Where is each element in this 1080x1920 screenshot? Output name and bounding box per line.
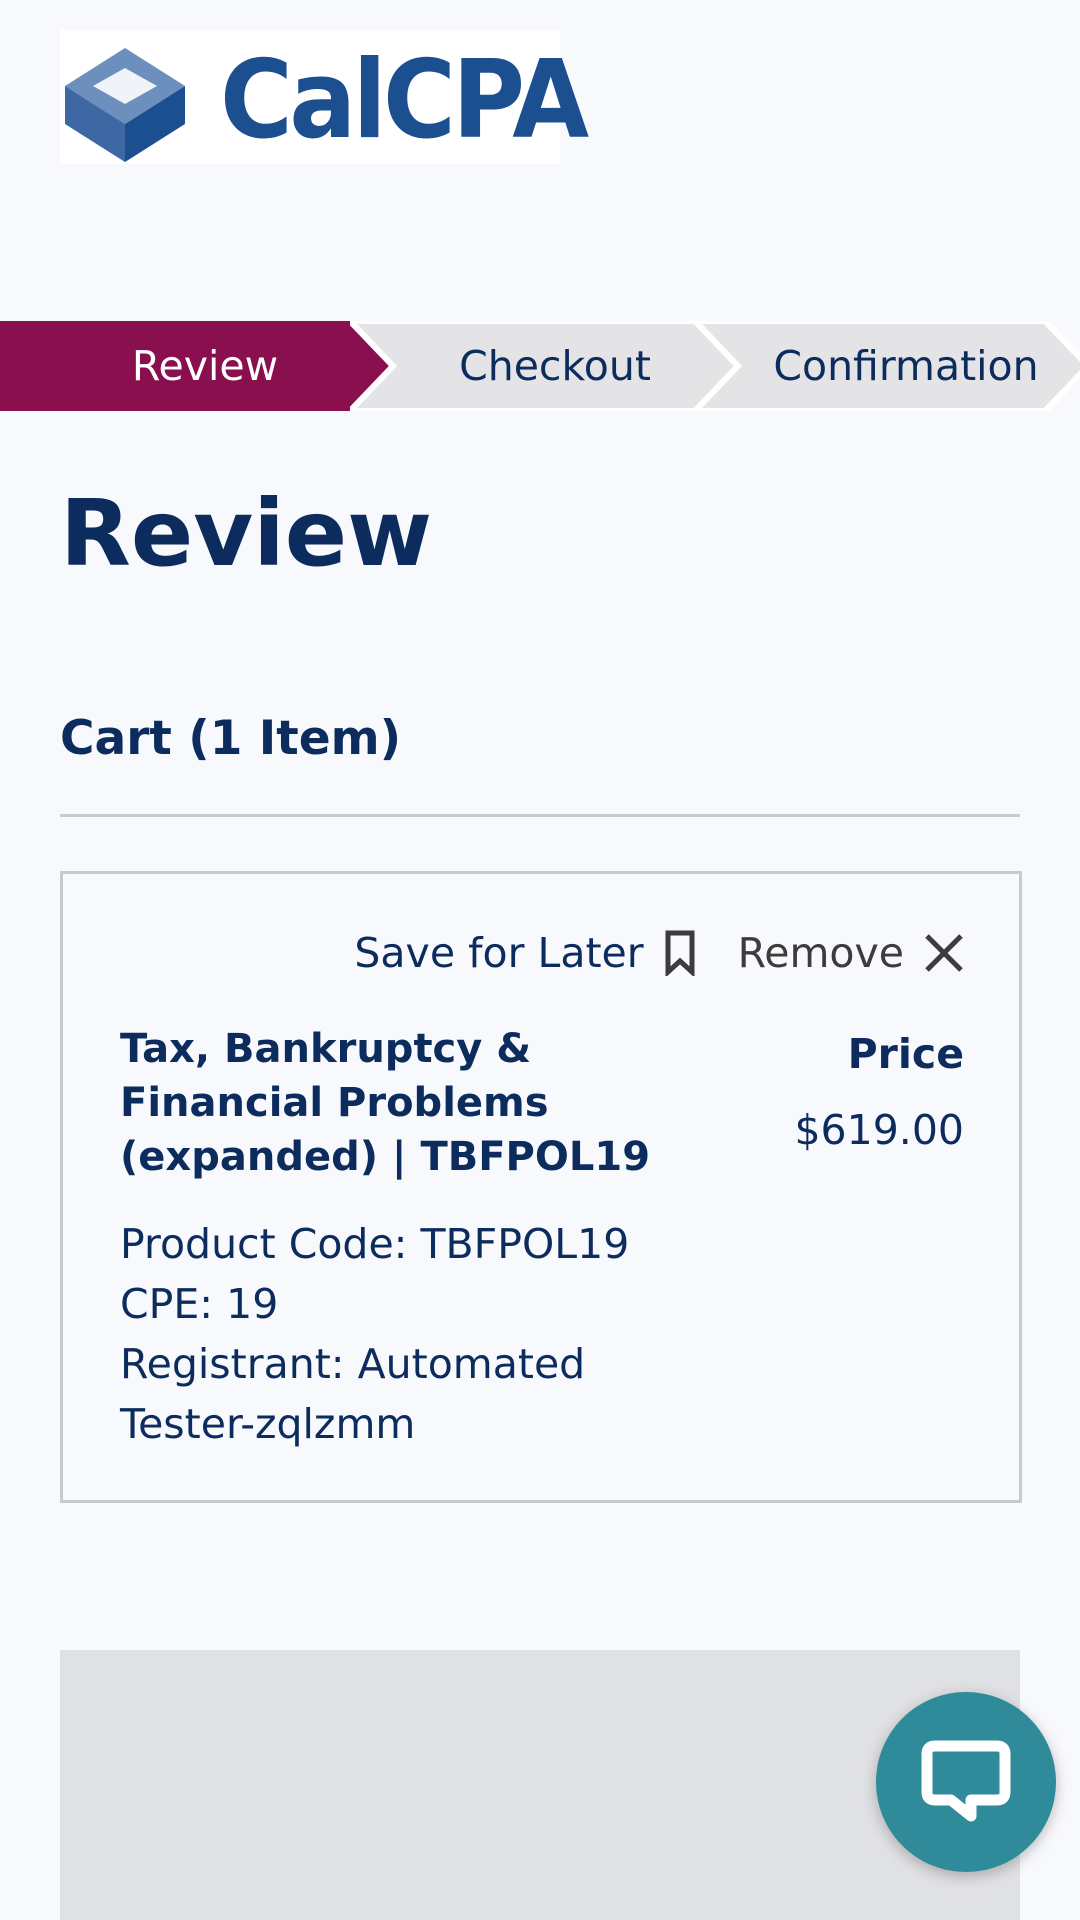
checkout-progress-steps: Review Checkout Confirmation — [0, 321, 1080, 411]
remove-label: Remove — [737, 929, 904, 977]
cart-title: Cart (1 Item) — [60, 711, 402, 766]
close-icon — [925, 934, 963, 972]
price-label: Price — [847, 1030, 964, 1078]
cpe-credits: CPE: 19 — [120, 1280, 279, 1328]
cart-item-card: Save for Later Remove Tax, Bankruptcy & … — [60, 871, 1022, 1503]
remove-button[interactable]: Remove — [738, 929, 964, 977]
bookmark-icon — [665, 930, 695, 976]
product-code: Product Code: TBFPOL19 — [120, 1220, 630, 1268]
cart-item-title[interactable]: Tax, Bankruptcy & Financial Problems (ex… — [120, 1022, 740, 1184]
cart-divider — [60, 814, 1020, 817]
page-title: Review — [60, 480, 433, 587]
calcpa-logo-mark-icon — [65, 48, 185, 162]
step-confirmation[interactable]: Confirmation — [752, 321, 1060, 411]
step-checkout[interactable]: Checkout — [400, 321, 710, 411]
step-review[interactable]: Review — [40, 321, 370, 411]
chat-button[interactable] — [876, 1692, 1056, 1872]
cart-item-details: Product Code: TBFPOL19 CPE: 19 Registran… — [120, 1214, 720, 1454]
registrant: Registrant: Automated Tester-zqlzmm — [120, 1340, 586, 1448]
calcpa-logo[interactable]: CalCPA — [60, 30, 589, 164]
price-value: $619.00 — [794, 1106, 964, 1154]
logo-wordmark: CalCPA — [220, 38, 589, 163]
save-for-later-button[interactable]: Save for Later — [354, 929, 695, 977]
cart-item-actions: Save for Later Remove — [354, 929, 964, 977]
chat-bubble-icon — [921, 1740, 1011, 1822]
save-for-later-label: Save for Later — [354, 929, 644, 977]
